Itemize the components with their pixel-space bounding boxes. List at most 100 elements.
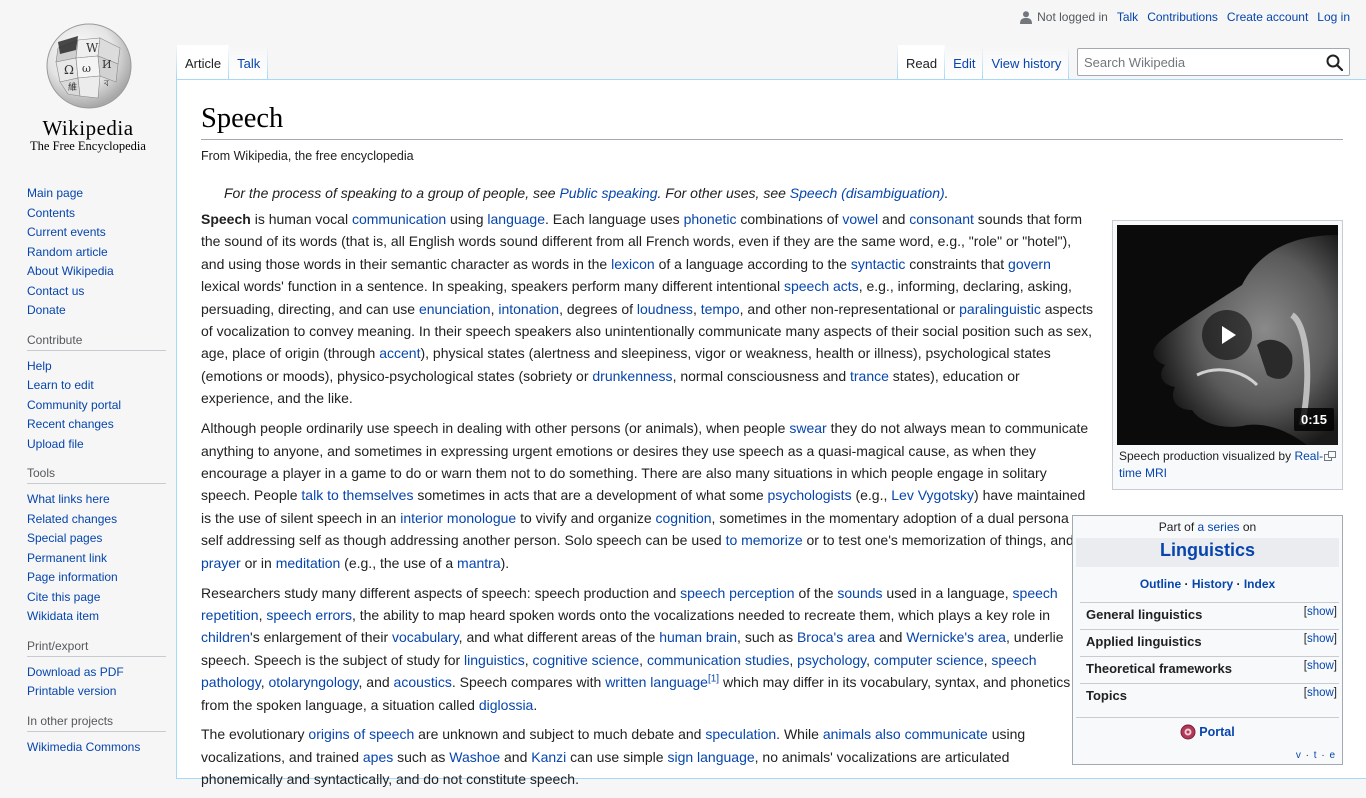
- article-link-speech-acts[interactable]: speech acts: [784, 278, 859, 294]
- article-link-communication-studies[interactable]: communication studies: [647, 652, 789, 668]
- navbox-history-link[interactable]: History: [1192, 577, 1233, 591]
- play-icon[interactable]: [1202, 310, 1252, 360]
- vte-view-link[interactable]: v: [1296, 750, 1302, 761]
- navbox-title-link[interactable]: Linguistics: [1160, 540, 1255, 560]
- article-link-washoe[interactable]: Washoe: [449, 749, 500, 765]
- reference-link[interactable]: [1]: [708, 674, 719, 685]
- article-link-vocabulary[interactable]: vocabulary: [392, 629, 459, 645]
- article-link-origins-of-speech[interactable]: origins of speech: [308, 726, 414, 742]
- show-toggle-topics[interactable]: show: [1307, 687, 1334, 699]
- search-icon[interactable]: [1326, 54, 1343, 71]
- article-link-lexicon[interactable]: lexicon: [611, 256, 655, 272]
- article-link-accent[interactable]: accent: [379, 345, 420, 361]
- sidebar-item-printable-version[interactable]: Printable version: [27, 684, 116, 698]
- article-link-computer-science[interactable]: computer science: [874, 652, 984, 668]
- article-link-apes[interactable]: apes: [363, 749, 393, 765]
- article-link-paralinguistic[interactable]: paralinguistic: [959, 301, 1041, 317]
- article-link-phonetic[interactable]: phonetic: [684, 211, 737, 227]
- sidebar-item-permanent-link[interactable]: Permanent link: [27, 551, 107, 565]
- show-toggle-applied[interactable]: show: [1307, 633, 1334, 645]
- sidebar-item-page-information[interactable]: Page information: [27, 570, 118, 584]
- tab-edit[interactable]: Edit: [945, 45, 984, 79]
- mri-video[interactable]: 0:15: [1117, 225, 1338, 445]
- sidebar-item-contact[interactable]: Contact us: [27, 284, 84, 298]
- article-link-consonant[interactable]: consonant: [909, 211, 974, 227]
- sidebar-item-main-page[interactable]: Main page: [27, 186, 83, 200]
- article-link-language[interactable]: language: [487, 211, 545, 227]
- sidebar-item-contents[interactable]: Contents: [27, 206, 75, 220]
- article-link-intonation[interactable]: intonation: [498, 301, 559, 317]
- article-link-talk-to-themselves[interactable]: talk to themselves: [301, 487, 413, 503]
- navbox-outline-link[interactable]: Outline: [1140, 577, 1181, 591]
- article-link-syntactic[interactable]: syntactic: [851, 256, 905, 272]
- article-link-lev-vygotsky[interactable]: Lev Vygotsky: [891, 487, 974, 503]
- login-link[interactable]: Log in: [1317, 10, 1350, 24]
- article-link-psychology[interactable]: psychology: [797, 652, 866, 668]
- sidebar-item-related-changes[interactable]: Related changes: [27, 512, 117, 526]
- article-link-speculation[interactable]: speculation: [705, 726, 776, 742]
- article-link-sounds[interactable]: sounds: [837, 585, 882, 601]
- sidebar-item-donate[interactable]: Donate: [27, 303, 66, 317]
- article-link-otolaryngology[interactable]: otolaryngology: [268, 674, 358, 690]
- article-link-sign-language[interactable]: sign language: [667, 749, 754, 765]
- article-link-acoustics[interactable]: acoustics: [394, 674, 452, 690]
- article-link-speech-errors[interactable]: speech errors: [266, 607, 352, 623]
- sidebar-item-wikidata-item[interactable]: Wikidata item: [27, 609, 99, 623]
- article-link-broca-s-area[interactable]: Broca's area: [797, 629, 875, 645]
- sidebar-item-current-events[interactable]: Current events: [27, 225, 106, 239]
- article-link-communication[interactable]: communication: [352, 211, 446, 227]
- article-link-kanzi[interactable]: Kanzi: [531, 749, 566, 765]
- vte-talk-link[interactable]: t: [1314, 750, 1318, 761]
- article-link-vowel[interactable]: vowel: [842, 211, 878, 227]
- article-link-govern[interactable]: govern: [1008, 256, 1051, 272]
- article-link-psychologists[interactable]: psychologists: [768, 487, 852, 503]
- article-link-to-memorize[interactable]: to memorize: [726, 532, 803, 548]
- article-link-linguistics[interactable]: linguistics: [464, 652, 525, 668]
- sidebar-item-cite-this-page[interactable]: Cite this page: [27, 590, 100, 604]
- tab-article[interactable]: Article: [177, 45, 230, 79]
- sidebar-item-about[interactable]: About Wikipedia: [27, 264, 114, 278]
- navbox-index-link[interactable]: Index: [1244, 577, 1275, 591]
- create-account-link[interactable]: Create account: [1227, 10, 1308, 24]
- article-link-animals-also-communicate[interactable]: animals also communicate: [823, 726, 988, 742]
- article-link-children[interactable]: children: [201, 629, 250, 645]
- article-link-cognition[interactable]: cognition: [656, 510, 712, 526]
- enlarge-icon[interactable]: [1324, 451, 1336, 461]
- tab-talk[interactable]: Talk: [229, 45, 269, 79]
- tab-view-history[interactable]: View history: [983, 45, 1070, 79]
- article-link-meditation[interactable]: meditation: [276, 555, 341, 571]
- article-link-trance[interactable]: trance: [850, 368, 889, 384]
- sidebar-item-special-pages[interactable]: Special pages: [27, 531, 102, 545]
- sidebar-item-random-article[interactable]: Random article: [27, 245, 108, 259]
- article-link-human-brain[interactable]: human brain: [659, 629, 737, 645]
- vte-edit-link[interactable]: e: [1329, 750, 1336, 761]
- personal-talk-link[interactable]: Talk: [1117, 10, 1138, 24]
- article-link-swear[interactable]: swear: [789, 420, 826, 436]
- article-link-interior-monologue[interactable]: interior monologue: [400, 510, 516, 526]
- article-link-cognitive-science[interactable]: cognitive science: [533, 652, 640, 668]
- article-link-written-language[interactable]: written language: [605, 674, 708, 690]
- sidebar-item-community-portal[interactable]: Community portal: [27, 398, 121, 412]
- show-toggle-theoretical[interactable]: show: [1307, 660, 1334, 672]
- article-link-enunciation[interactable]: enunciation: [419, 301, 491, 317]
- hatnote-link-public-speaking[interactable]: Public speaking: [559, 185, 657, 201]
- sidebar-item-what-links-here[interactable]: What links here: [27, 492, 110, 506]
- sidebar-item-help[interactable]: Help: [27, 359, 52, 373]
- article-link-loudness[interactable]: loudness: [637, 301, 693, 317]
- hatnote-link-disambiguation[interactable]: Speech (disambiguation): [790, 185, 945, 201]
- navbox-portal-link[interactable]: Portal: [1199, 725, 1234, 739]
- article-link-prayer[interactable]: prayer: [201, 555, 241, 571]
- show-toggle-general[interactable]: show: [1307, 606, 1334, 618]
- sidebar-item-wikimedia-commons[interactable]: Wikimedia Commons: [27, 740, 140, 754]
- personal-contributions-link[interactable]: Contributions: [1147, 10, 1218, 24]
- sidebar-item-recent-changes[interactable]: Recent changes: [27, 417, 114, 431]
- article-link-drunkenness[interactable]: drunkenness: [592, 368, 672, 384]
- article-link-mantra[interactable]: mantra: [457, 555, 501, 571]
- article-link-tempo[interactable]: tempo: [701, 301, 740, 317]
- wikipedia-logo[interactable]: Ω W И ω 維 ব Wikipedia The Free Encyclope…: [0, 0, 176, 160]
- article-link-diglossia[interactable]: diglossia: [479, 697, 533, 713]
- article-link-speech-perception[interactable]: speech perception: [680, 585, 794, 601]
- navbox-series-link[interactable]: a series: [1197, 520, 1239, 534]
- search-input[interactable]: [1078, 49, 1318, 75]
- article-link-wernicke-s-area[interactable]: Wernicke's area: [906, 629, 1006, 645]
